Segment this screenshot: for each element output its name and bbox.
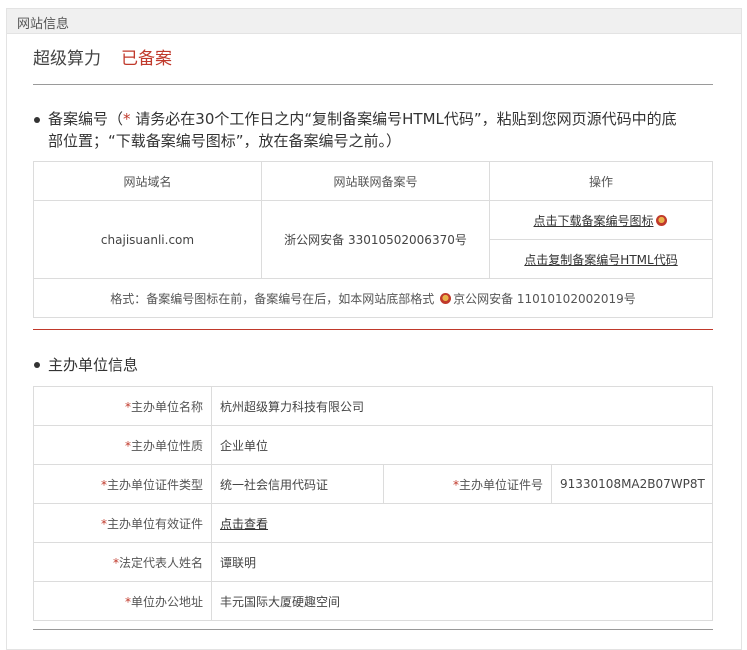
row-value: 杭州超级算力科技有限公司 bbox=[211, 386, 713, 426]
record-note-line2: 部位置；“下载备案编号图标”，放在备案编号之前。） bbox=[48, 132, 402, 150]
row-value: 企业单位 bbox=[211, 425, 713, 465]
row-label: *主办单位证件类型 bbox=[33, 464, 212, 504]
col-domain: 网站域名 bbox=[33, 161, 262, 201]
row-label: *法定代表人姓名 bbox=[33, 542, 212, 582]
panel-header: 网站信息 bbox=[7, 9, 741, 34]
site-name: 超级算力 bbox=[33, 49, 101, 69]
org-section-title: 主办单位信息 bbox=[48, 356, 139, 374]
police-badge-icon bbox=[655, 214, 667, 226]
table-row: *法定代表人姓名 谭联明 bbox=[33, 542, 713, 582]
table-row: *单位办公地址 丰元国际大厦硬趣空间 bbox=[33, 581, 713, 621]
row-value: 丰元国际大厦硬趣空间 bbox=[211, 581, 713, 621]
org-table: *主办单位名称 杭州超级算力科技有限公司 *主办单位性质 企业单位 *主办单位证… bbox=[33, 386, 713, 621]
row-label: *主办单位有效证件 bbox=[33, 503, 212, 543]
bottom-divider bbox=[33, 629, 713, 630]
record-section-title: 备案编号（ bbox=[48, 110, 124, 128]
record-status: 已备案 bbox=[121, 49, 172, 69]
bullet-icon bbox=[34, 117, 40, 123]
row-label: *单位办公地址 bbox=[33, 581, 212, 621]
download-icon-link[interactable]: 点击下载备案编号图标 bbox=[533, 214, 653, 228]
download-cell: 点击下载备案编号图标 bbox=[489, 200, 713, 240]
domain-cell: chajisuanli.com bbox=[33, 200, 262, 279]
police-badge-icon bbox=[440, 292, 452, 304]
panel-title: 网站信息 bbox=[17, 17, 70, 32]
table-row: *主办单位名称 杭州超级算力科技有限公司 bbox=[33, 386, 713, 426]
divider bbox=[33, 84, 713, 85]
row-label: *主办单位名称 bbox=[33, 386, 212, 426]
row-value: 谭联明 bbox=[211, 542, 713, 582]
copy-cell: 点击复制备案编号HTML代码 bbox=[489, 239, 713, 279]
view-certificate-link[interactable]: 点击查看 bbox=[220, 517, 268, 531]
record-note-line1: 请务必在30个工作日之内“复制备案编号HTML代码”，粘贴到您网页源代码中的底 bbox=[130, 110, 677, 128]
table-row: *主办单位证件类型 统一社会信用代码证 *主办单位证件号 91330108MA2… bbox=[33, 464, 713, 504]
format-cell: 格式：备案编号图标在前，备案编号在后，如本网站底部格式 京公网安备 110101… bbox=[33, 278, 713, 318]
record-table: 网站域名 网站联网备案号 操作 chajisuanli.com 浙公网安备 33… bbox=[33, 161, 713, 318]
row-label: *主办单位性质 bbox=[33, 425, 212, 465]
bullet-icon bbox=[34, 362, 40, 368]
row-value: 点击查看 bbox=[211, 503, 713, 543]
row-value: 统一社会信用代码证 bbox=[211, 464, 384, 504]
record-section-heading: 备案编号（* 请务必在30个工作日之内“复制备案编号HTML代码”，粘贴到您网页… bbox=[48, 108, 718, 152]
row-label: *主办单位证件号 bbox=[383, 464, 552, 504]
format-text: 格式：备案编号图标在前，备案编号在后，如本网站底部格式 bbox=[110, 291, 435, 306]
table-row: *主办单位性质 企业单位 bbox=[33, 425, 713, 465]
row-value: 91330108MA2B07WP8T bbox=[551, 464, 713, 504]
copy-html-link[interactable]: 点击复制备案编号HTML代码 bbox=[524, 253, 677, 267]
required-star: * bbox=[123, 110, 131, 128]
col-record-no: 网站联网备案号 bbox=[261, 161, 490, 201]
section-divider bbox=[33, 329, 713, 330]
record-no-cell: 浙公网安备 33010502006370号 bbox=[261, 200, 490, 279]
format-example: 京公网安备 11010102002019号 bbox=[453, 291, 636, 306]
table-row: *主办单位有效证件 点击查看 bbox=[33, 503, 713, 543]
site-info-panel: 网站信息 超级算力 已备案 备案编号（* 请务必在30个工作日之内“复制备案编号… bbox=[6, 8, 742, 650]
col-action: 操作 bbox=[489, 161, 713, 201]
